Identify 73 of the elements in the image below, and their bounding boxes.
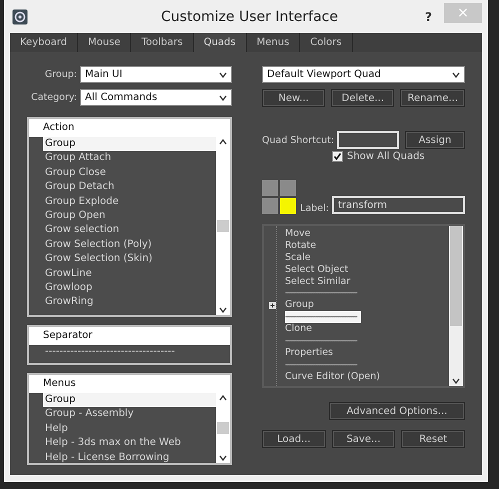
tree-item[interactable]: Rotate — [285, 240, 320, 252]
file-button[interactable]: Reset — [401, 430, 466, 448]
app-logo-icon — [12, 8, 28, 24]
field-label: Category: — [30, 92, 77, 103]
list-item[interactable]: Help - License Borrowing — [43, 450, 216, 463]
list-header: Menus — [29, 375, 230, 393]
list-item[interactable]: Growloop — [43, 280, 216, 296]
list-item[interactable]: Group Attach — [43, 151, 216, 166]
list-item[interactable]: Grow Selection (Poly) — [43, 238, 216, 252]
field-label: Group: — [44, 69, 77, 80]
list-item[interactable]: GrowRing — [43, 295, 216, 310]
list-item[interactable]: Group Detach — [43, 180, 216, 195]
scroll-down-icon[interactable] — [219, 455, 227, 461]
list-item[interactable]: ------------------------------------ — [43, 345, 230, 360]
checkbox-label: Show All Quads — [347, 151, 425, 162]
quad-set-button[interactable]: New... — [262, 89, 326, 107]
scroll-thumb[interactable] — [450, 226, 462, 326]
tab[interactable]: Quads — [194, 33, 247, 52]
list-item[interactable]: Help — [43, 422, 216, 436]
chevron-down-icon[interactable] — [219, 94, 227, 100]
list-item[interactable]: Group Explode — [43, 194, 216, 209]
list-item[interactable]: Group Open — [43, 208, 216, 224]
file-button[interactable]: Load... — [262, 430, 326, 448]
expand-icon[interactable] — [269, 302, 276, 310]
tree-item[interactable]: Clone — [285, 323, 316, 336]
advanced-options-button[interactable]: Advanced Options... — [329, 402, 465, 420]
field-label: Label: — [299, 203, 329, 214]
checkbox[interactable] — [332, 151, 343, 162]
quad-set-button[interactable]: Rename... — [400, 89, 466, 107]
scroll-up-icon[interactable] — [219, 139, 227, 145]
tree-item[interactable]: Move — [285, 228, 314, 240]
scroll-up-icon[interactable] — [219, 395, 227, 401]
tree-item[interactable]: Select Similar — [285, 276, 354, 288]
tree-item[interactable]: Select Object — [285, 264, 352, 276]
list-box[interactable]: Menus Group Group - Assembly Help Help - 3ds max on the Web Help - License Borrowing — [27, 373, 232, 465]
list-item[interactable]: Grow Selection (Skin) — [43, 252, 216, 267]
list-item[interactable]: Group Close — [43, 166, 216, 180]
scroll-thumb[interactable] — [217, 422, 229, 434]
field-label: Quad Shortcut: — [262, 134, 334, 146]
quad-set-dropdown[interactable]: Default Viewport Quad — [262, 66, 465, 83]
separator-item[interactable]: -------------------------------------- — [285, 311, 361, 324]
scroll-down-icon[interactable] — [452, 378, 460, 384]
scroll-down-icon[interactable] — [219, 307, 227, 313]
scroll-thumb[interactable] — [217, 220, 229, 232]
quad-menu-tree[interactable] — [262, 224, 465, 388]
submenu-item[interactable]: Group — [285, 299, 318, 312]
category-dropdown[interactable]: All Commands — [80, 89, 232, 106]
list-box[interactable]: Action Group Group Attach Group Close Group Detach Group Explode Group Open Grow selection Grow Selection (Poly) Grow Selection (Skin) GrowLine Growloop GrowRing — [27, 117, 232, 317]
list-item[interactable]: Grow selection — [43, 223, 216, 238]
tree-item[interactable]: Curve Editor (Open) — [285, 370, 384, 383]
group-dropdown[interactable]: Main UI — [80, 66, 232, 83]
list-item[interactable]: Help - 3ds max on the Web — [43, 436, 216, 451]
help-button[interactable]: ? — [421, 10, 436, 24]
list-item[interactable]: GrowLine — [43, 266, 216, 281]
list-item[interactable]: Group — [43, 137, 216, 152]
list-item[interactable]: Group - Assembly — [43, 407, 216, 422]
quad-set-button[interactable]: Delete... — [331, 89, 394, 107]
assign-button[interactable]: Assign — [405, 131, 465, 149]
tree-item[interactable]: Properties — [285, 346, 338, 359]
tree-item[interactable]: Scale — [285, 252, 315, 264]
separator-item[interactable]: -------------------------------------- — [285, 335, 361, 347]
chevron-down-icon[interactable] — [452, 72, 460, 78]
label-field[interactable]: transform — [332, 196, 465, 214]
window-title: Customize User Interface — [160, 8, 339, 24]
file-button[interactable]: Save... — [332, 430, 396, 448]
separator-item[interactable]: -------------------------------------- — [285, 358, 361, 371]
list-box[interactable]: Separator ------------------------------------ — [27, 325, 232, 365]
shortcut-field[interactable] — [337, 131, 399, 149]
chevron-down-icon[interactable] — [219, 72, 227, 78]
list-item[interactable]: Group — [43, 393, 216, 408]
list-header: Separator — [29, 327, 230, 345]
list-header: Action — [29, 119, 230, 137]
separator-item[interactable]: -------------------------------------- — [285, 287, 361, 300]
